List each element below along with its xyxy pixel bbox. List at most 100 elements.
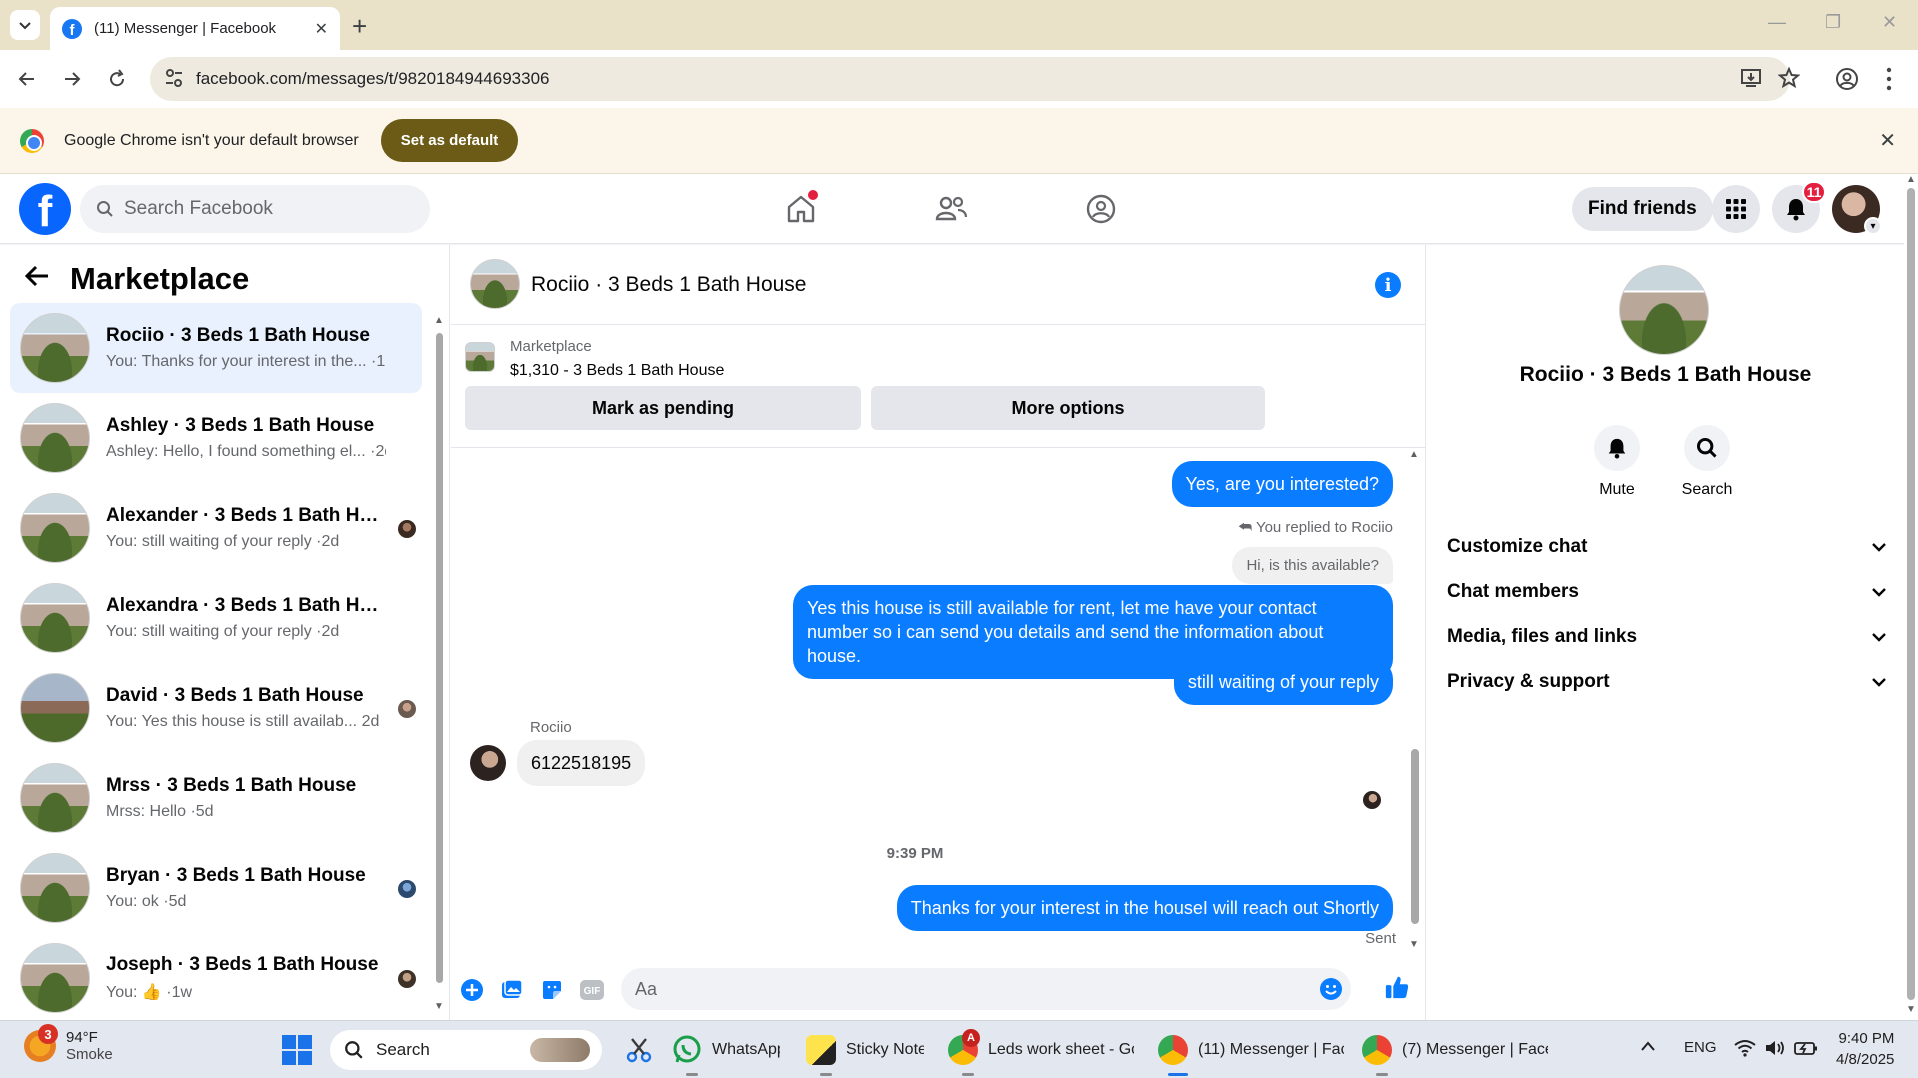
- back-button[interactable]: [10, 62, 44, 96]
- reload-button[interactable]: [100, 62, 134, 96]
- menu-button[interactable]: [1712, 185, 1760, 233]
- tab-close-icon[interactable]: ✕: [315, 19, 328, 39]
- conversation-item[interactable]: Alexandra · 3 Beds 1 Bath House You: sti…: [10, 573, 422, 663]
- install-app-icon[interactable]: [1740, 67, 1762, 89]
- scroll-up-arrow-icon[interactable]: ▲: [434, 315, 444, 326]
- listing-price[interactable]: $1,310 - 3 Beds 1 Bath House: [510, 362, 724, 380]
- chrome-icon: [1362, 1035, 1392, 1065]
- more-options-button[interactable]: More options: [871, 386, 1265, 430]
- chat-members-section[interactable]: Chat members: [1447, 570, 1887, 614]
- bookmark-star-icon[interactable]: [1778, 67, 1800, 89]
- account-avatar[interactable]: ▾: [1832, 185, 1882, 235]
- page-scrollbar[interactable]: ▲ ▼: [1904, 174, 1918, 1020]
- mark-as-pending-button[interactable]: Mark as pending: [465, 386, 861, 430]
- gif-icon[interactable]: GIF: [579, 977, 605, 1003]
- facebook-search-input[interactable]: Search Facebook: [80, 185, 430, 233]
- search-label: Search: [1681, 481, 1733, 498]
- taskbar-chrome-messenger-2[interactable]: (7) Messenger | Faceb: [1362, 1030, 1548, 1076]
- sticker-icon[interactable]: [539, 977, 565, 1003]
- weather-widget[interactable]: 3 94°F Smoke: [24, 1024, 113, 1063]
- system-clock[interactable]: 9:40 PM 4/8/2025: [1836, 1028, 1894, 1070]
- message-outgoing[interactable]: still waiting of your reply: [1173, 659, 1393, 705]
- conversation-item[interactable]: Rociio · 3 Beds 1 Bath House You: Thanks…: [10, 303, 422, 393]
- search-action[interactable]: Search: [1667, 425, 1747, 499]
- quoted-message[interactable]: Hi, is this available?: [1232, 547, 1393, 584]
- volume-icon[interactable]: [1764, 1039, 1786, 1061]
- conversation-item[interactable]: Joseph · 3 Beds 1 Bath House You: 👍 ·1w: [10, 933, 422, 1023]
- site-settings-icon[interactable]: [164, 67, 184, 89]
- scroll-up-arrow-icon[interactable]: ▲: [1906, 174, 1916, 185]
- facebook-logo-icon[interactable]: f: [19, 183, 71, 235]
- conversation-item[interactable]: Ashley · 3 Beds 1 Bath House Ashley: Hel…: [10, 393, 422, 483]
- message-incoming[interactable]: 6122518195: [517, 740, 646, 786]
- mute-action[interactable]: Mute: [1577, 425, 1657, 499]
- bell-icon[interactable]: [1594, 425, 1640, 471]
- nav-home[interactable]: [782, 190, 820, 228]
- scrollbar-thumb[interactable]: [436, 333, 443, 983]
- chevron-down-icon: [1872, 543, 1886, 552]
- conversation-item[interactable]: Mrss · 3 Beds 1 Bath House Mrss: Hello ·…: [10, 753, 422, 843]
- conversation-item[interactable]: David · 3 Beds 1 Bath House You: Yes thi…: [10, 663, 422, 753]
- nav-gaming[interactable]: [1082, 190, 1120, 228]
- new-tab-button[interactable]: +: [352, 11, 367, 42]
- contact-avatar[interactable]: [1619, 265, 1709, 355]
- set-as-default-button[interactable]: Set as default: [380, 119, 519, 162]
- customize-chat-section[interactable]: Customize chat: [1447, 525, 1887, 569]
- chat-scrollbar[interactable]: ▲ ▼: [1409, 449, 1421, 959]
- photo-icon[interactable]: [499, 977, 525, 1003]
- scroll-down-arrow-icon[interactable]: ▼: [434, 1001, 444, 1012]
- info-icon[interactable]: i: [1375, 272, 1401, 298]
- minimize-button[interactable]: —: [1768, 12, 1786, 33]
- taskbar-whatsapp[interactable]: WhatsApp: [672, 1030, 788, 1076]
- message-outgoing[interactable]: Yes, are you interested?: [1171, 461, 1393, 507]
- media-files-links-section[interactable]: Media, files and links: [1447, 615, 1887, 659]
- windows-start-icon[interactable]: [282, 1035, 312, 1065]
- chat-title[interactable]: Rociio · 3 Beds 1 Bath House: [531, 273, 806, 297]
- browser-tab-strip: f (11) Messenger | Facebook ✕ + — ❐ ✕: [0, 0, 1918, 50]
- conversation-item[interactable]: Alexander · 3 Beds 1 Bath Hou... You: st…: [10, 483, 422, 573]
- profile-icon[interactable]: [1835, 67, 1859, 91]
- sender-avatar[interactable]: [470, 745, 506, 781]
- window-close-button[interactable]: ✕: [1882, 12, 1897, 33]
- taskbar-chrome-messenger-1[interactable]: (11) Messenger | Faceb: [1158, 1030, 1344, 1076]
- listing-thumbnail[interactable]: [465, 342, 495, 372]
- sidebar-scrollbar[interactable]: ▲ ▼: [434, 315, 444, 1015]
- scroll-down-arrow-icon[interactable]: ▼: [1906, 1004, 1916, 1015]
- scroll-down-arrow-icon[interactable]: ▼: [1409, 939, 1419, 950]
- restore-button[interactable]: ❐: [1825, 12, 1841, 33]
- browser-menu-icon[interactable]: [1885, 66, 1893, 92]
- back-arrow-icon[interactable]: [24, 263, 50, 295]
- chat-avatar[interactable]: [470, 259, 520, 309]
- battery-icon[interactable]: [1794, 1039, 1818, 1061]
- emoji-icon[interactable]: [1319, 977, 1343, 1001]
- thumbs-up-icon[interactable]: [1384, 974, 1410, 1000]
- nav-friends[interactable]: [932, 190, 970, 228]
- chat-header: Rociio · 3 Beds 1 Bath House i: [451, 245, 1426, 325]
- scrollbar-thumb[interactable]: [1411, 749, 1419, 924]
- language-indicator[interactable]: ENG: [1684, 1039, 1717, 1056]
- privacy-support-section[interactable]: Privacy & support: [1447, 660, 1887, 704]
- infobar-close-icon[interactable]: ✕: [1879, 128, 1896, 153]
- browser-tab-active[interactable]: f (11) Messenger | Facebook ✕: [50, 7, 340, 50]
- app-label: (7) Messenger | Faceb: [1402, 1041, 1548, 1058]
- message-input[interactable]: Aa: [621, 968, 1351, 1010]
- show-hidden-icons-chevron-up-icon[interactable]: [1640, 1039, 1656, 1056]
- scrollbar-thumb[interactable]: [1907, 188, 1915, 1000]
- forward-button[interactable]: [55, 62, 89, 96]
- scroll-up-arrow-icon[interactable]: ▲: [1409, 449, 1419, 460]
- tab-search-button[interactable]: [10, 10, 40, 40]
- conversation-item[interactable]: Bryan · 3 Beds 1 Bath House You: ok ·5d: [10, 843, 422, 933]
- message-outgoing[interactable]: Thanks for your interest in the houseI w…: [896, 885, 1393, 931]
- wifi-icon[interactable]: [1734, 1039, 1756, 1061]
- taskbar-sticky-notes[interactable]: Sticky Notes: [806, 1030, 926, 1076]
- taskbar-search[interactable]: Search: [330, 1030, 602, 1070]
- plus-icon[interactable]: [459, 977, 485, 1003]
- omnibox[interactable]: facebook.com/messages/t/9820184944693306: [150, 57, 1800, 101]
- find-friends-button[interactable]: Find friends: [1572, 187, 1713, 231]
- taskbar-chrome-sheets[interactable]: A Leds work sheet - Go: [948, 1029, 1138, 1076]
- notifications-button[interactable]: 11: [1772, 181, 1826, 233]
- seen-avatar: [398, 520, 416, 538]
- taskbar-snipping-tool[interactable]: [624, 1030, 654, 1070]
- search-icon[interactable]: [1684, 425, 1730, 471]
- listing-thumbnail: [20, 943, 90, 1013]
